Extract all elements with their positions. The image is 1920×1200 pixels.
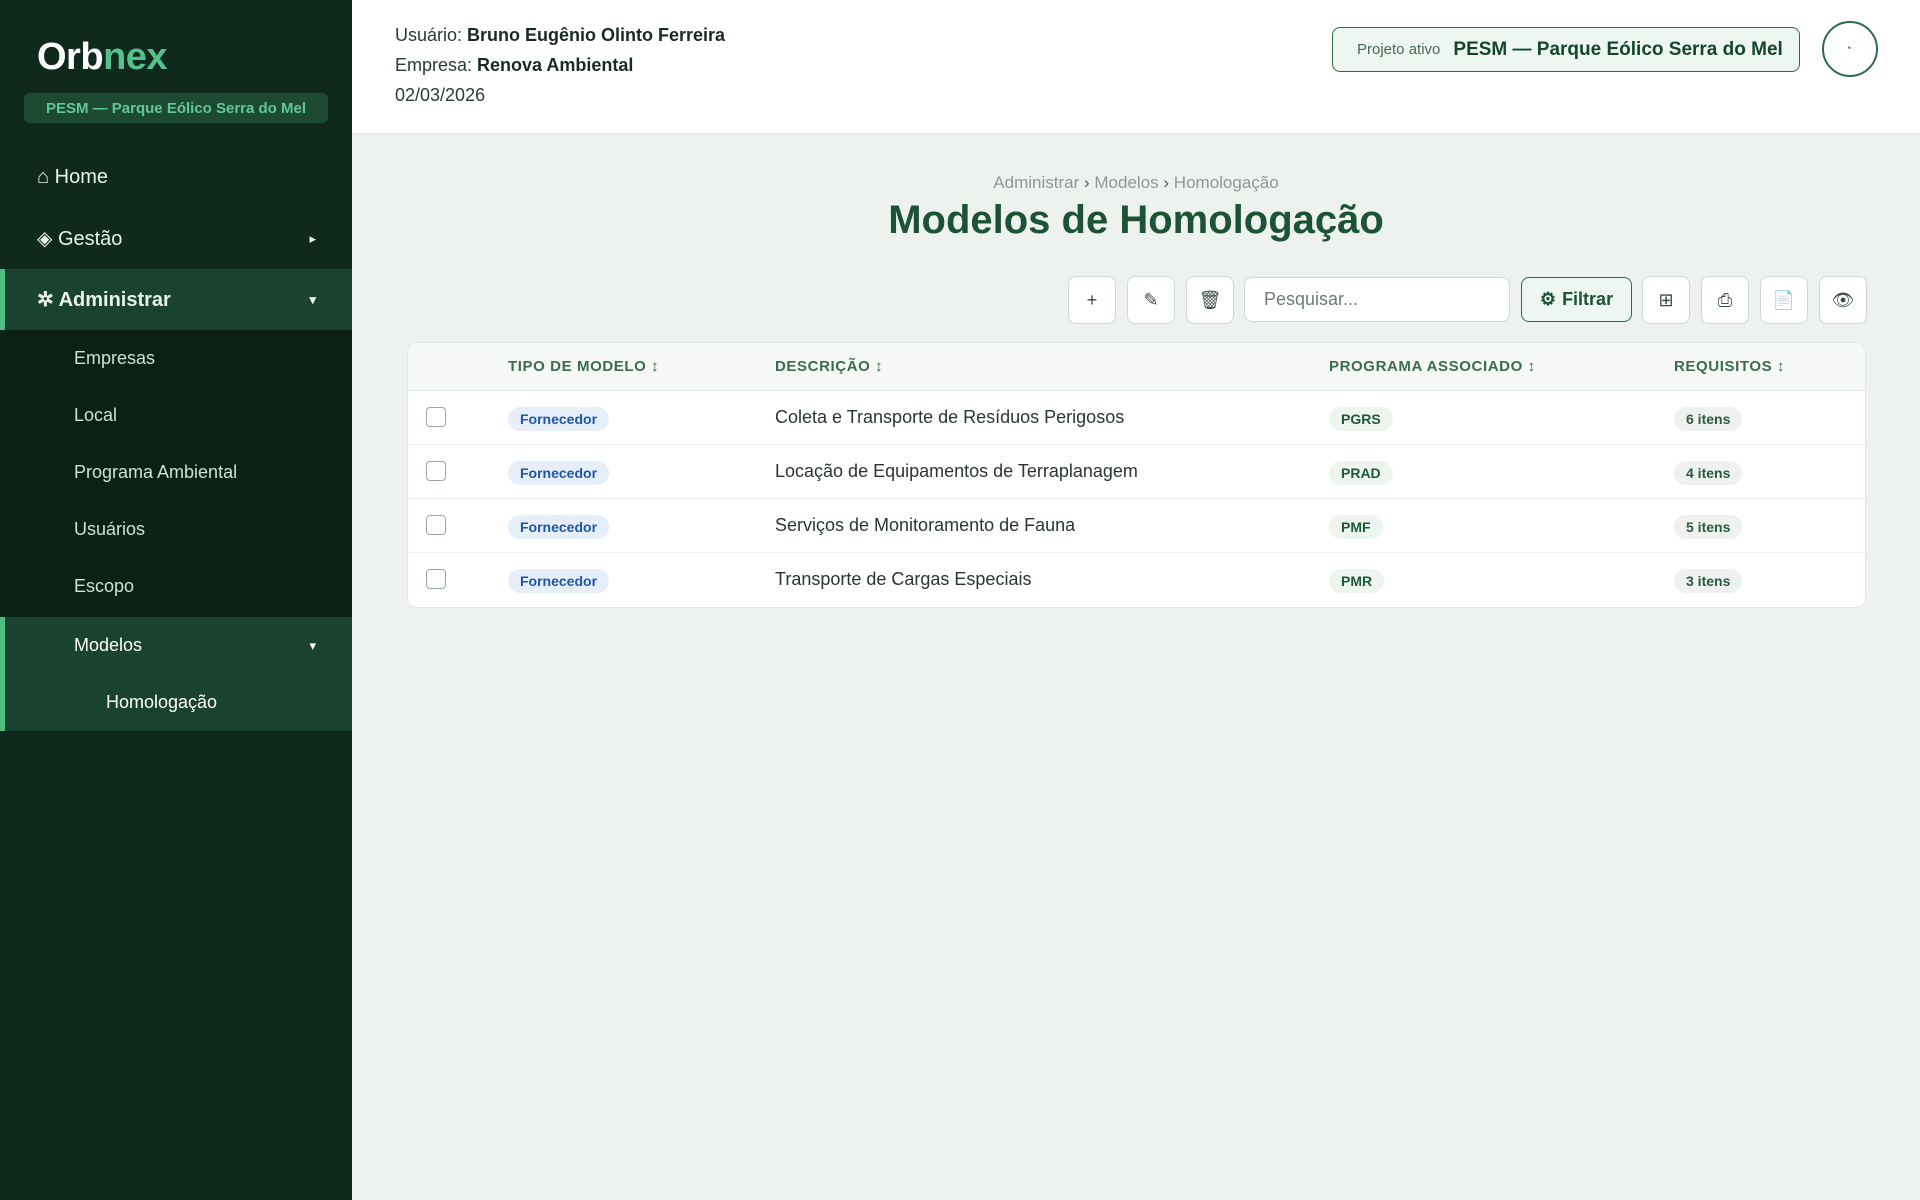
row-description: Transporte de Cargas Especiais — [775, 569, 1032, 589]
sidebar-item-usuarios[interactable]: Usuários — [0, 501, 352, 558]
requisitos-badge: 6 itens — [1674, 407, 1743, 431]
trash-icon: 🗑 — [1198, 289, 1222, 310]
row-checkbox[interactable] — [426, 569, 446, 589]
active-project-value: PESM — Parque Eólico Serra do Mel — [1453, 38, 1783, 60]
user-menu-button[interactable] — [1822, 21, 1878, 77]
logo-text-accent: nex — [103, 36, 168, 78]
sidebar-item-label: Local — [74, 405, 118, 425]
active-project-label: Projeto ativo — [1357, 41, 1441, 58]
dot-icon — [1848, 46, 1851, 49]
sidebar-item-label: Escopo — [74, 576, 135, 596]
active-project-selector[interactable]: Projeto ativo PESM — Parque Eólico Serra… — [1332, 27, 1800, 72]
grid-view-button[interactable]: ⊞ — [1642, 276, 1690, 324]
pencil-icon: ✎ — [1143, 289, 1159, 310]
programa-badge: PMF — [1329, 515, 1383, 539]
user-info: Usuário: Bruno Eugênio Olinto Ferreira — [395, 25, 725, 46]
row-checkbox[interactable] — [426, 461, 446, 481]
sidebar-item-label: Programa Ambiental — [74, 462, 238, 482]
row-description: Locação de Equipamentos de Terraplanagem — [775, 461, 1138, 481]
company-name: Renova Ambiental — [477, 55, 634, 75]
administrar-submenu: Empresas Local Programa Ambiental Usuári… — [0, 330, 352, 732]
row-checkbox[interactable] — [426, 515, 446, 535]
programa-badge: PRAD — [1329, 461, 1393, 485]
app-logo[interactable]: Orbnex — [37, 36, 168, 79]
company-info: Empresa: Renova Ambiental — [395, 55, 633, 76]
add-button[interactable]: + — [1068, 276, 1116, 324]
export-icon: ⎙ — [1717, 289, 1733, 310]
document-icon: 📄 — [1772, 289, 1796, 310]
breadcrumb-item: Homologação — [1173, 173, 1279, 192]
sidebar-item-label: ◈ Gestão — [37, 228, 123, 250]
column-header-tipo[interactable]: TIPO DE MODELO ↕ — [508, 358, 659, 375]
caret-down-icon: ▾ — [309, 291, 316, 307]
row-description: Coleta e Transporte de Resíduos Perigoso… — [775, 407, 1125, 427]
sidebar-item-label: Modelos — [74, 635, 143, 655]
breadcrumb-separator: › — [1083, 173, 1090, 192]
sidebar-project-badge: PESM — Parque Eólico Serra do Mel — [24, 93, 328, 123]
delete-button[interactable]: 🗑 — [1186, 276, 1234, 324]
breadcrumb: Administrar › Modelos › Homologação — [352, 173, 1920, 193]
user-label: Usuário: — [395, 25, 463, 45]
sidebar-item-label: ⌂ Home — [37, 166, 108, 188]
view-button[interactable]: 👁 — [1819, 276, 1867, 324]
sidebar-item-empresas[interactable]: Empresas — [0, 330, 352, 387]
sidebar: Orbnex PESM — Parque Eólico Serra do Mel… — [0, 0, 352, 1200]
column-header-programa[interactable]: PROGRAMA ASSOCIADO ↕ — [1329, 358, 1536, 375]
tipo-badge: Fornecedor — [508, 407, 610, 431]
sidebar-item-programa-ambiental[interactable]: Programa Ambiental — [0, 444, 352, 501]
sidebar-item-administrar[interactable]: ✲ Administrar ▾ — [0, 269, 352, 330]
sidebar-item-homologacao[interactable]: Homologação — [0, 674, 352, 731]
breadcrumb-item[interactable]: Modelos — [1094, 173, 1158, 192]
sidebar-item-escopo[interactable]: Escopo — [0, 558, 352, 615]
requisitos-badge: 5 itens — [1674, 515, 1743, 539]
requisitos-badge: 4 itens — [1674, 461, 1743, 485]
export-button[interactable]: ⎙ — [1701, 276, 1749, 324]
requisitos-badge: 3 itens — [1674, 569, 1743, 593]
sidebar-item-label: Homologação — [106, 692, 218, 712]
table-row[interactable]: Fornecedor Transporte de Cargas Especiai… — [408, 553, 1865, 607]
top-header: Usuário: Bruno Eugênio Olinto Ferreira E… — [352, 0, 1920, 134]
table-row[interactable]: Fornecedor Coleta e Transporte de Resídu… — [408, 391, 1865, 445]
tipo-badge: Fornecedor — [508, 461, 610, 485]
sidebar-item-local[interactable]: Local — [0, 387, 352, 444]
search-input[interactable] — [1244, 277, 1510, 322]
table-row[interactable]: Fornecedor Serviços de Monitoramento de … — [408, 499, 1865, 553]
gear-icon: ⚙ — [1539, 289, 1557, 309]
sidebar-item-home[interactable]: ⌂ Home — [0, 147, 352, 208]
row-checkbox[interactable] — [426, 407, 446, 427]
sidebar-item-gestao[interactable]: ◈ Gestão ▸ — [0, 208, 352, 269]
sidebar-item-modelos[interactable]: Modelos ▾ — [0, 617, 352, 674]
document-button[interactable]: 📄 — [1760, 276, 1808, 324]
caret-down-icon: ▾ — [309, 637, 316, 653]
data-table: TIPO DE MODELO ↕ DESCRIÇÃO ↕ PROGRAMA AS… — [407, 342, 1866, 608]
table-header: TIPO DE MODELO ↕ DESCRIÇÃO ↕ PROGRAMA AS… — [408, 343, 1865, 391]
tipo-badge: Fornecedor — [508, 515, 610, 539]
sidebar-item-label: ✲ Administrar — [37, 289, 171, 311]
sidebar-item-label: Usuários — [74, 519, 146, 539]
grid-icon: ⊞ — [1658, 289, 1674, 310]
edit-button[interactable]: ✎ — [1127, 276, 1175, 324]
user-name: Bruno Eugênio Olinto Ferreira — [467, 25, 726, 45]
table-row[interactable]: Fornecedor Locação de Equipamentos de Te… — [408, 445, 1865, 499]
caret-right-icon: ▸ — [309, 230, 316, 246]
sidebar-item-label: Empresas — [74, 348, 156, 368]
filter-label: Filtrar — [1562, 289, 1614, 309]
current-date: 02/03/2026 — [395, 85, 486, 105]
logo-text-primary: Orb — [37, 36, 104, 78]
page-title: Modelos de Homologação — [888, 198, 1384, 242]
row-description: Serviços de Monitoramento de Fauna — [775, 515, 1076, 535]
tipo-badge: Fornecedor — [508, 569, 610, 593]
column-header-requisitos[interactable]: REQUISITOS ↕ — [1674, 358, 1785, 375]
programa-badge: PMR — [1329, 569, 1385, 593]
breadcrumb-separator: › — [1163, 173, 1170, 192]
plus-icon: + — [1086, 289, 1098, 310]
breadcrumb-item[interactable]: Administrar — [993, 173, 1079, 192]
column-header-descricao[interactable]: DESCRIÇÃO ↕ — [775, 358, 883, 375]
eye-icon: 👁 — [1831, 289, 1855, 310]
programa-badge: PGRS — [1329, 407, 1393, 431]
filter-button[interactable]: ⚙ Filtrar — [1521, 277, 1632, 322]
company-label: Empresa: — [395, 55, 473, 75]
